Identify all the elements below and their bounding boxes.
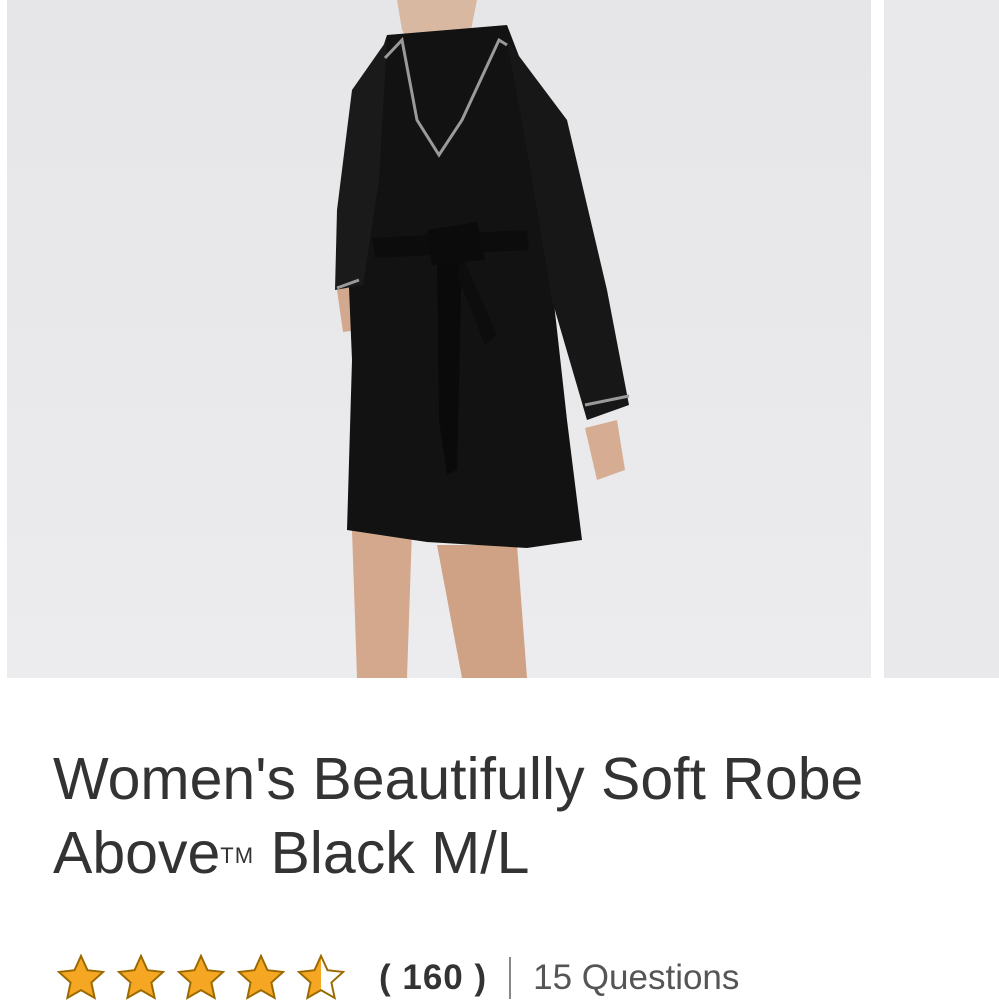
brand-name[interactable]: Above: [53, 820, 220, 886]
star-full-icon: [56, 953, 106, 1000]
product-image-main[interactable]: [7, 0, 871, 678]
star-full-icon: [176, 953, 226, 1000]
star-half-icon: [296, 953, 346, 1000]
review-count-link[interactable]: ( 160 ): [379, 958, 487, 998]
product-title-line1: Women's Beautifully Soft Robe: [53, 746, 864, 812]
product-image-next[interactable]: [884, 0, 999, 678]
star-full-icon: [236, 953, 286, 1000]
product-variant: Black M/L: [254, 820, 530, 886]
questions-link[interactable]: 15 Questions: [533, 958, 739, 998]
product-title-line2: AboveTM Black M/L: [53, 816, 993, 893]
rating-divider: [509, 957, 512, 999]
product-image-gallery[interactable]: [0, 0, 999, 678]
trademark-symbol: TM: [220, 843, 255, 868]
product-title: Women's Beautifully Soft Robe AboveTM Bl…: [53, 742, 993, 893]
robe-model-photo: [335, 0, 630, 678]
star-rating[interactable]: [53, 952, 353, 1004]
star-full-icon: [116, 953, 166, 1000]
rating-row: ( 160 ) 15 Questions: [53, 948, 993, 1008]
